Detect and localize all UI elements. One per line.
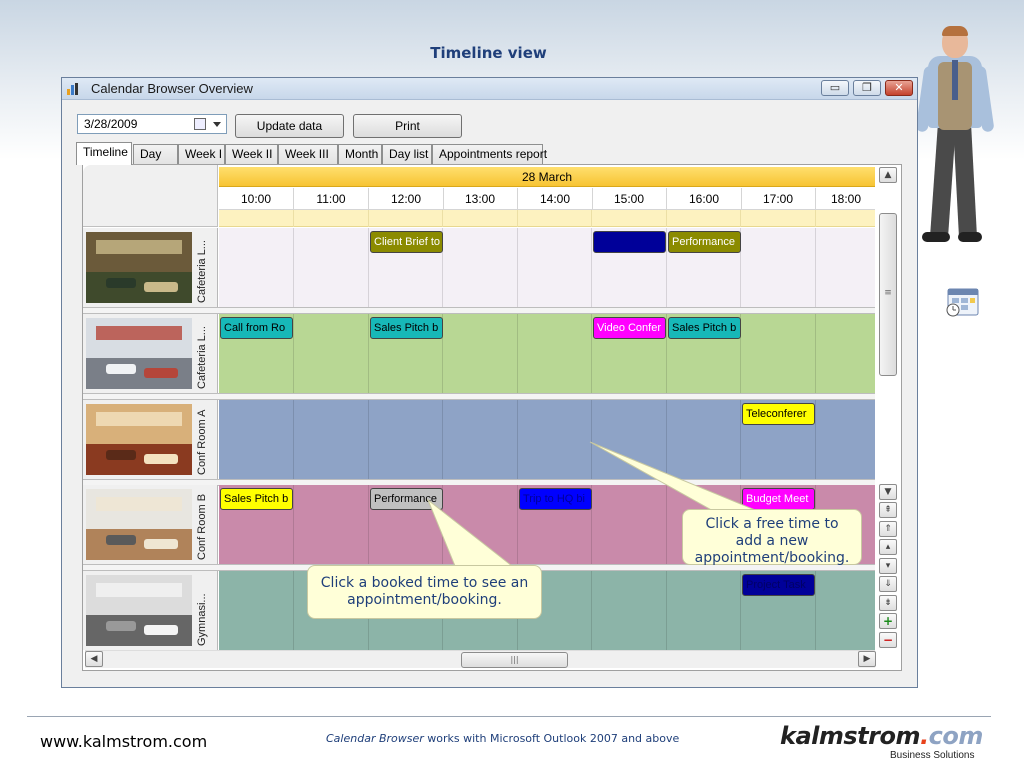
prev-resource-button[interactable]: ▴	[879, 539, 897, 555]
resource-photo	[86, 404, 192, 475]
resource-photo	[86, 232, 192, 303]
resource-header[interactable]: Cafeteria L...	[83, 228, 218, 307]
minimize-button[interactable]: ▭	[821, 80, 849, 96]
time-label: 12:00	[369, 188, 444, 210]
time-label: 11:00	[294, 188, 369, 210]
time-label: 10:00	[219, 188, 294, 210]
free-time-callout: Click a free time to add a new appointme…	[682, 509, 862, 566]
appointment[interactable]: Sales Pitch b	[220, 488, 293, 510]
first-resource-button[interactable]: ⇞	[879, 502, 897, 518]
footer-divider	[27, 716, 991, 717]
resource-header[interactable]: Conf Room A	[83, 400, 218, 479]
tab-week-ii[interactable]: Week II	[225, 144, 278, 164]
chevron-down-icon[interactable]	[213, 122, 221, 127]
resource-photo	[86, 575, 192, 646]
lane-separator	[83, 307, 875, 314]
appointment[interactable]: Trip to HQ bi	[519, 488, 592, 510]
window-title: Calendar Browser Overview	[91, 81, 253, 96]
kalmstrom-logo: kalmstrom.com	[780, 722, 983, 750]
horizontal-scrollbar[interactable]: ◀ ||| ▶	[85, 650, 876, 668]
lane-separator	[83, 393, 875, 400]
tab-day-list[interactable]: Day list	[382, 144, 432, 164]
appointment[interactable]: Teleconferer	[742, 403, 815, 425]
footer-note-text: works with Microsoft Outlook 2007 and ab…	[423, 732, 680, 745]
resource-timeline-slots[interactable]: Client Brief to Call to Libra Performance	[219, 228, 875, 307]
resource-timeline-slots[interactable]: Call from Ro Sales Pitch b Video Confer Sal…	[219, 314, 875, 393]
scroll-up-button[interactable]: ▲	[879, 167, 897, 183]
appointment[interactable]: Call from Ro	[220, 317, 293, 339]
update-data-button[interactable]: Update data	[235, 114, 344, 138]
grip-icon: ≡	[884, 288, 892, 298]
grid-corner	[83, 165, 218, 227]
date-picker[interactable]: 3/28/2009	[77, 114, 227, 134]
next-resource-button[interactable]: ▾	[879, 558, 897, 574]
presenter-figure	[912, 26, 998, 248]
vertical-scrollbar[interactable]: ▲ ≡ ▼ ⇞ ⇑ ▴ ▾ ⇓ ⇟ + −	[878, 167, 898, 648]
time-label: 17:00	[741, 188, 816, 210]
time-label: 15:00	[592, 188, 667, 210]
footer-url[interactable]: www.kalmstrom.com	[40, 732, 207, 751]
footer-note-product: Calendar Browser	[326, 732, 424, 745]
all-day-row[interactable]	[219, 210, 875, 227]
appointment[interactable]: Project Task	[742, 574, 815, 596]
tab-week-i[interactable]: Week I	[178, 144, 225, 164]
add-resource-button[interactable]: +	[879, 613, 897, 629]
resource-name: Conf Room B	[196, 493, 208, 560]
window-titlebar[interactable]: Calendar Browser Overview ▭ ❐ ✕	[62, 78, 917, 100]
scroll-right-button[interactable]: ▶	[858, 651, 876, 667]
time-label: 18:00	[830, 192, 862, 206]
prev-page-button[interactable]: ⇑	[879, 521, 897, 537]
remove-resource-button[interactable]: −	[879, 632, 897, 648]
vertical-scroll-thumb[interactable]: ≡	[879, 213, 897, 376]
horizontal-scroll-thumb[interactable]: |||	[461, 652, 568, 668]
appointment[interactable]: Sales Pitch b	[668, 317, 741, 339]
slide-title: Timeline view	[430, 44, 547, 62]
footer-note: Calendar Browser works with Microsoft Ou…	[326, 732, 679, 745]
booked-time-callout: Click a booked time to see an appointmen…	[307, 565, 542, 619]
appointment[interactable]: Performance	[668, 231, 741, 253]
resource-photo	[86, 489, 192, 560]
close-button[interactable]: ✕	[885, 80, 913, 96]
tab-timeline[interactable]: Timeline	[76, 142, 132, 165]
last-resource-button[interactable]: ⇟	[879, 595, 897, 611]
scroll-down-button[interactable]: ▼	[879, 484, 897, 500]
tab-day[interactable]: Day	[133, 144, 178, 164]
tab-appointments-report[interactable]: Appointments report	[432, 144, 547, 164]
resource-name: Gymnasi...	[196, 593, 208, 646]
tab-week-iii[interactable]: Week III	[278, 144, 338, 164]
next-page-button[interactable]: ⇓	[879, 576, 897, 592]
resource-lane: Cafeteria L... Call from Ro Sales Pitch bV…	[83, 314, 875, 393]
restore-button[interactable]: ❐	[853, 80, 881, 96]
scroll-left-button[interactable]: ◀	[85, 651, 103, 667]
time-header-row: 10:00 11:00 12:00 13:00 14:00 15:00 16:0…	[219, 188, 875, 210]
date-header: 28 March	[219, 167, 875, 187]
time-label: 14:00	[518, 188, 593, 210]
resource-lane: Conf Room A Teleconferer	[83, 400, 875, 479]
resource-header[interactable]: Conf Room B	[83, 485, 218, 564]
time-label: 16:00	[667, 188, 742, 210]
time-label: 13:00	[443, 188, 518, 210]
date-value: 3/28/2009	[84, 117, 138, 131]
appointment[interactable]: Sales Pitch b	[370, 317, 443, 339]
appointment[interactable]: Call to Libra	[593, 231, 666, 253]
resource-name: Conf Room A	[196, 409, 208, 475]
appointment[interactable]: Performance	[370, 488, 443, 510]
chart-app-icon	[67, 83, 81, 95]
resource-lane: Cafeteria L... Client Brief to Call to Lib…	[83, 228, 875, 307]
appointment[interactable]: Budget Meet	[742, 488, 815, 510]
resource-header[interactable]: Cafeteria L...	[83, 314, 218, 393]
resource-timeline-slots[interactable]: Teleconferer	[219, 400, 875, 479]
appointment[interactable]: Client Brief to	[370, 231, 443, 253]
print-button[interactable]: Print	[353, 114, 462, 138]
brand-subtitle: Business Solutions	[890, 750, 975, 761]
resource-photo	[86, 318, 192, 389]
calendar-app-icon	[946, 288, 979, 317]
resource-name: Cafeteria L...	[196, 326, 208, 389]
tab-month[interactable]: Month	[338, 144, 382, 164]
appointment[interactable]: Video Confer	[593, 317, 666, 339]
calendar-icon[interactable]	[194, 118, 206, 130]
resource-name: Cafeteria L...	[196, 240, 208, 303]
resource-header[interactable]: Gymnasi...	[83, 571, 218, 650]
